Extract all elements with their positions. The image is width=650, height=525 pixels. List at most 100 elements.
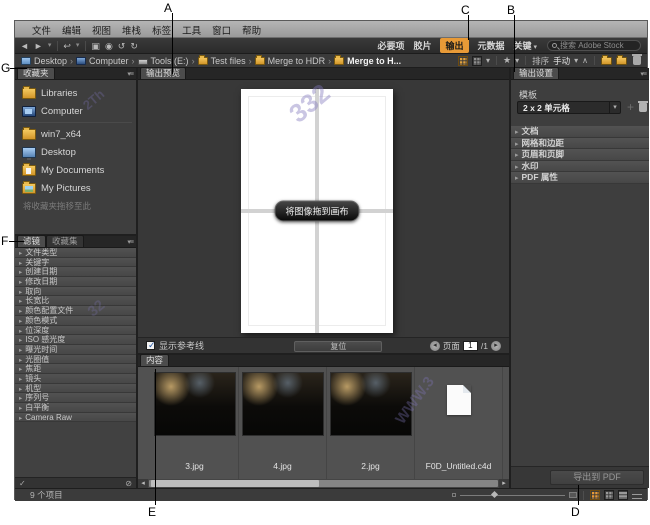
grid-view-icon[interactable] xyxy=(590,490,600,500)
forward-icon[interactable]: ► xyxy=(34,39,43,53)
settings-section-row[interactable]: 水印 xyxy=(511,160,649,172)
reset-button[interactable]: 复位 xyxy=(294,340,383,352)
back-icon[interactable]: ◄ xyxy=(20,39,29,53)
menu-item[interactable]: 文件 xyxy=(32,23,51,37)
scroll-right-icon[interactable]: ▸ xyxy=(499,479,509,488)
panel-menu-icon[interactable]: ▾≡ xyxy=(127,70,134,78)
details-view-icon[interactable] xyxy=(618,490,628,500)
open-folder-icon[interactable] xyxy=(601,55,612,65)
filter-category-row[interactable]: 颜色配置文件 xyxy=(15,306,136,316)
thumbnail-size-slider[interactable] xyxy=(460,490,565,499)
show-guides-checkbox[interactable]: ✓ xyxy=(146,340,156,350)
breadcrumb-item[interactable]: Computer xyxy=(76,56,138,66)
thumbnail-cell[interactable]: F0D_Untitled.c4d xyxy=(415,367,503,479)
zoom-out-icon[interactable] xyxy=(452,493,456,497)
breadcrumb-item[interactable]: Merge to HDR xyxy=(254,54,335,66)
camera-import-icon[interactable]: ▣ xyxy=(91,39,100,53)
boomerang-icon[interactable]: ↩ xyxy=(63,39,71,53)
filter-category-row[interactable]: 光圈值 xyxy=(15,354,136,365)
rating-dropdown-icon[interactable]: ▾ xyxy=(515,56,519,65)
favorites-item[interactable]: Computer xyxy=(15,102,136,120)
rotate-left-icon[interactable]: ↺ xyxy=(118,39,126,53)
filter-category-row[interactable]: 文件类型 xyxy=(15,248,136,258)
settings-section-row[interactable]: 文档 xyxy=(511,126,649,138)
filter-category-row[interactable]: 曝光时间 xyxy=(15,344,136,355)
search-box[interactable] xyxy=(547,40,641,51)
filter-category-row[interactable]: 白平衡 xyxy=(15,403,136,413)
filter-category-row[interactable]: 镜头 xyxy=(15,373,136,384)
filter-category-row[interactable]: 颜色模式 xyxy=(15,315,136,326)
filter-category-row[interactable]: 关键字 xyxy=(15,257,136,268)
breadcrumb-item[interactable]: Desktop xyxy=(21,56,76,66)
filter-category-row[interactable]: 序列号 xyxy=(15,393,136,403)
panel-menu-icon[interactable]: ▾≡ xyxy=(127,238,134,246)
filter-category-row[interactable]: 焦距 xyxy=(15,364,136,374)
breadcrumb-item[interactable]: Tools (E:) xyxy=(137,56,198,66)
page-number-input[interactable] xyxy=(462,340,478,351)
menu-item[interactable]: 工具 xyxy=(182,23,201,37)
thumbnail-view-icon[interactable] xyxy=(457,55,468,66)
favorites-item[interactable]: Libraries xyxy=(15,84,136,102)
filter-category-row[interactable]: 机型 xyxy=(15,383,136,394)
favorites-item[interactable]: My Pictures xyxy=(15,179,136,197)
filter-category-row[interactable]: 创建日期 xyxy=(15,267,136,278)
workspace-tab[interactable]: 元数据 xyxy=(478,39,505,52)
clear-filter-icon[interactable]: ⊘ xyxy=(125,479,132,488)
thumbnail-cell[interactable]: 2.jpg xyxy=(327,367,415,479)
menu-item[interactable]: 编辑 xyxy=(62,23,81,37)
sort-dropdown-icon[interactable]: ▾ xyxy=(574,56,578,65)
new-folder-icon[interactable] xyxy=(616,55,627,65)
workspace-tab[interactable]: 必要项 xyxy=(377,39,404,52)
search-input[interactable] xyxy=(557,41,636,50)
workspace-tab[interactable]: 关键 xyxy=(514,39,537,52)
scrollbar-track[interactable] xyxy=(149,480,498,487)
detail-view-icon[interactable] xyxy=(471,55,482,66)
scroll-left-icon[interactable]: ◂ xyxy=(138,479,148,488)
scrollbar-thumb[interactable] xyxy=(151,480,319,487)
nav-history-dropdown-icon[interactable]: ▾ xyxy=(48,39,52,53)
menu-item[interactable]: 视图 xyxy=(92,23,111,37)
settings-section-row[interactable]: PDF 属性 xyxy=(511,172,649,184)
filter-category-row[interactable]: 位深度 xyxy=(15,325,136,336)
zoom-in-icon[interactable] xyxy=(569,492,577,498)
add-template-icon[interactable]: + xyxy=(627,101,634,114)
view-dropdown-icon[interactable]: ▾ xyxy=(486,56,490,65)
list-view-icon[interactable] xyxy=(632,493,642,499)
thumbnail-cell[interactable]: 3.jpg xyxy=(151,367,239,479)
grid-lock-view-icon[interactable] xyxy=(604,490,614,500)
template-select[interactable]: 2 x 2 单元格 ▾ xyxy=(517,101,621,114)
filter-category-row[interactable]: 取向 xyxy=(15,286,136,297)
boomerang-dropdown-icon[interactable]: ▾ xyxy=(76,39,80,53)
slider-thumb[interactable] xyxy=(490,490,498,499)
sort-ascending-icon[interactable]: ∧ xyxy=(582,56,588,65)
filter-category-row[interactable]: ISO 感光度 xyxy=(15,335,136,345)
delete-template-icon[interactable] xyxy=(638,101,648,112)
favorites-item[interactable]: Desktop xyxy=(15,143,136,161)
filter-category-row[interactable]: 修改日期 xyxy=(15,277,136,287)
panel-menu-icon[interactable]: ▾≡ xyxy=(640,70,647,78)
menu-item[interactable]: 标签 xyxy=(152,23,171,37)
pdf-page-preview[interactable]: 将图像拖到画布 xyxy=(241,89,393,333)
menu-item[interactable]: 堆栈 xyxy=(122,23,141,37)
menu-item[interactable]: 窗口 xyxy=(212,23,231,37)
refine-icon[interactable]: ◉ xyxy=(105,39,113,53)
rotate-right-icon[interactable]: ↻ xyxy=(130,39,138,53)
keep-filter-pin-icon[interactable]: ✓ xyxy=(19,479,26,488)
sort-value[interactable]: 手动 xyxy=(553,55,570,67)
filter-category-row[interactable]: 长宽比 xyxy=(15,296,136,307)
tab-collections[interactable]: 收藏集 xyxy=(46,235,84,247)
favorites-item[interactable]: win7_x64 xyxy=(15,125,136,143)
trash-icon[interactable] xyxy=(632,54,642,65)
favorites-item[interactable]: My Documents xyxy=(15,161,136,179)
breadcrumb-item[interactable]: Test files xyxy=(197,54,255,66)
next-page-icon[interactable]: ▸ xyxy=(491,340,501,351)
rating-filter-icon[interactable]: ★ xyxy=(503,55,511,66)
settings-section-row[interactable]: 网格和边距 xyxy=(511,137,649,149)
thumbnail-cell[interactable]: 4.jpg xyxy=(239,367,327,479)
tab-content[interactable]: 内容 xyxy=(140,354,170,366)
workspace-tab[interactable]: 胶片 xyxy=(413,39,431,52)
workspace-tab[interactable]: 输出 xyxy=(440,38,469,53)
export-to-pdf-button[interactable]: 导出到 PDF xyxy=(550,470,644,485)
filter-category-row[interactable]: Camera Raw xyxy=(15,412,136,423)
tab-output-preview[interactable]: 输出预览 xyxy=(140,67,187,79)
